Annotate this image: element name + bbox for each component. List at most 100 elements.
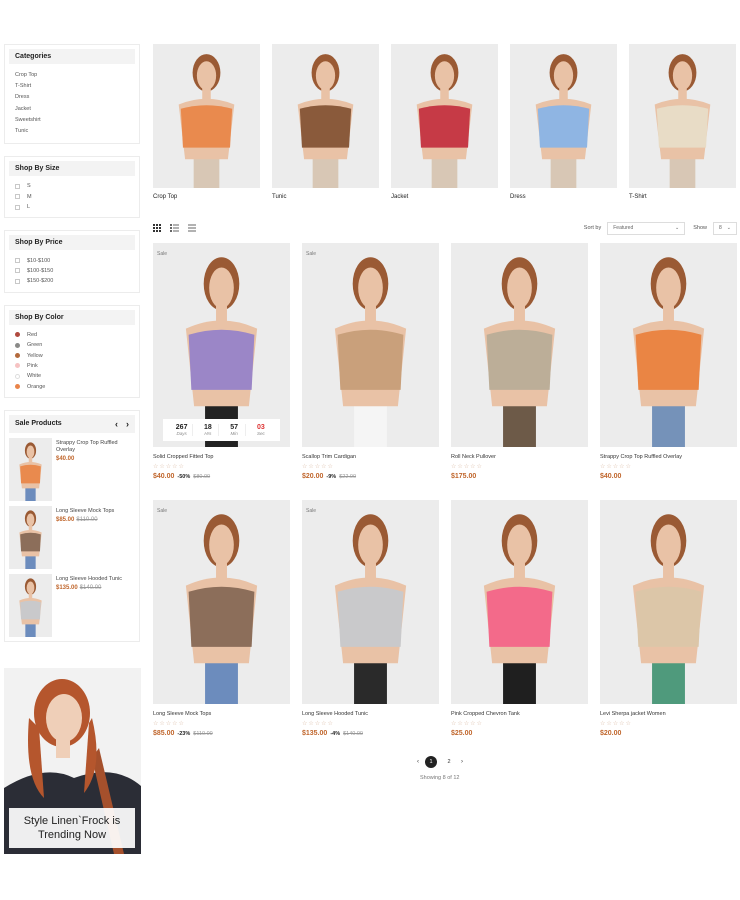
category-tile[interactable]: Jacket <box>391 44 498 200</box>
color-option[interactable]: Yellow <box>15 350 129 360</box>
product-name[interactable]: Pink Cropped Chevron Tank <box>451 711 588 717</box>
product-photo <box>153 500 290 704</box>
size-option[interactable]: S <box>15 181 129 191</box>
page-2[interactable]: 2 <box>443 756 455 768</box>
product-card[interactable]: Sale Scallop Trim Cardigan ☆☆☆☆☆ $20.00 -9% $… <box>302 243 439 500</box>
product-image[interactable] <box>600 243 737 447</box>
rating-stars-icon: ☆☆☆☆☆ <box>451 464 483 470</box>
rating-stars-icon: ☆☆☆☆☆ <box>153 464 185 470</box>
product-image[interactable]: Sale 267 Days 18 Hrs 57 Min 03 Sec <box>153 243 290 447</box>
sale-product-item[interactable]: Long Sleeve Hooded Tunic $135.00 $140.00 <box>9 573 135 637</box>
color-option[interactable]: Orange <box>15 382 129 392</box>
sidebar: Categories Crop Top T-Shirt Dress Jacket Swe… <box>4 44 140 654</box>
category-image[interactable] <box>272 44 379 188</box>
product-image[interactable] <box>451 243 588 447</box>
compact-list-icon[interactable] <box>188 224 196 232</box>
chevron-left-icon[interactable]: ‹ <box>417 759 419 765</box>
chevron-right-icon[interactable]: › <box>461 759 463 765</box>
size-option-label: L <box>27 204 31 211</box>
product-name[interactable]: Roll Neck Pullover <box>451 454 588 460</box>
color-option[interactable]: Pink <box>15 361 129 371</box>
product-name[interactable]: Scallop Trim Cardigan <box>302 454 439 460</box>
price-option[interactable]: $100-$150 <box>15 266 129 276</box>
category-tile[interactable]: Dress <box>510 44 617 200</box>
checkbox[interactable] <box>15 268 20 274</box>
grid-view-icon[interactable] <box>153 224 161 232</box>
sale-product-name[interactable]: Long Sleeve Hooded Tunic <box>56 576 122 583</box>
checkbox[interactable] <box>15 194 20 200</box>
category-link[interactable]: Tunic <box>15 126 129 137</box>
category-label[interactable]: Crop Top <box>153 194 260 200</box>
sale-product-name[interactable]: Long Sleeve Mock Tops <box>56 508 114 515</box>
checkbox[interactable] <box>15 278 20 284</box>
category-photo <box>629 44 736 188</box>
product-name[interactable]: Strappy Crop Top Ruffled Overlay <box>600 454 737 460</box>
color-option[interactable]: Red <box>15 330 129 340</box>
page-1[interactable]: 1 <box>425 756 437 768</box>
category-tile[interactable]: T-Shirt <box>629 44 736 200</box>
promo-banner[interactable]: Style Linen`Frock is Trending Now <box>4 668 141 854</box>
product-image[interactable]: Sale <box>302 243 439 447</box>
list-view-icon[interactable] <box>170 224 179 232</box>
product-card[interactable]: Strappy Crop Top Ruffled Overlay ☆☆☆☆☆ $40… <box>600 243 737 500</box>
product-image[interactable]: Sale <box>302 500 439 704</box>
category-image[interactable] <box>629 44 736 188</box>
product-card[interactable]: Roll Neck Pullover ☆☆☆☆☆ $175.00 <box>451 243 588 500</box>
category-tile[interactable]: Tunic <box>272 44 379 200</box>
sale-product-name[interactable]: Strappy Crop Top Ruffled Overlay <box>56 440 135 454</box>
price-list: $10-$100 $100-$150 $150-$200 <box>9 250 135 287</box>
product-card[interactable]: Sale Long Sleeve Mock Tops ☆☆☆☆☆ $85.00 -23%… <box>153 500 290 757</box>
category-label[interactable]: Jacket <box>391 194 498 200</box>
product-name[interactable]: Solid Cropped Fitted Top <box>153 454 290 460</box>
category-link[interactable]: Jacket <box>15 104 129 115</box>
color-swatch[interactable] <box>15 384 20 390</box>
product-image[interactable]: Sale <box>153 500 290 704</box>
chevron-right-icon[interactable]: › <box>126 419 129 429</box>
color-swatch[interactable] <box>15 342 20 348</box>
checkbox[interactable] <box>15 258 20 264</box>
category-label[interactable]: Dress <box>510 194 617 200</box>
color-swatch[interactable] <box>15 363 20 369</box>
product-card[interactable]: Pink Cropped Chevron Tank ☆☆☆☆☆ $25.00 <box>451 500 588 757</box>
price-option[interactable]: $10-$100 <box>15 255 129 265</box>
product-name[interactable]: Levi Sherpa jacket Women <box>600 711 737 717</box>
category-label[interactable]: Tunic <box>272 194 379 200</box>
product-name[interactable]: Long Sleeve Hooded Tunic <box>302 711 439 717</box>
color-swatch[interactable] <box>15 332 20 338</box>
product-card[interactable]: Sale Long Sleeve Hooded Tunic ☆☆☆☆☆ $135.00… <box>302 500 439 757</box>
category-label[interactable]: T-Shirt <box>629 194 736 200</box>
category-link[interactable]: Crop Top <box>15 70 129 81</box>
category-image[interactable] <box>391 44 498 188</box>
color-option[interactable]: White <box>15 371 129 381</box>
category-link[interactable]: T-Shirt <box>15 81 129 92</box>
checkbox[interactable] <box>15 183 20 189</box>
checkbox[interactable] <box>15 204 20 210</box>
size-option-label: S <box>27 183 31 190</box>
sale-product-image[interactable] <box>9 505 52 569</box>
size-option[interactable]: L <box>15 202 129 212</box>
sale-badge: Sale <box>157 508 168 514</box>
discount-percent: -4% <box>330 731 341 737</box>
show-select[interactable]: 8 ⌄ <box>713 221 737 235</box>
color-swatch[interactable] <box>15 353 20 359</box>
sale-product-image[interactable] <box>9 437 52 501</box>
size-option[interactable]: M <box>15 192 129 202</box>
product-card[interactable]: Levi Sherpa jacket Women ☆☆☆☆☆ $20.00 <box>600 500 737 757</box>
chevron-left-icon[interactable]: ‹ <box>115 419 118 429</box>
sale-product-item[interactable]: Strappy Crop Top Ruffled Overlay $40.00 <box>9 437 135 501</box>
product-image[interactable] <box>600 500 737 704</box>
price-option[interactable]: $150-$200 <box>15 276 129 286</box>
color-swatch[interactable] <box>15 373 20 379</box>
sort-select[interactable]: Featured ⌄ <box>607 221 686 235</box>
sale-product-image[interactable] <box>9 573 52 637</box>
sale-product-item[interactable]: Long Sleeve Mock Tops $85.00 $110.00 <box>9 505 135 569</box>
category-image[interactable] <box>153 44 260 188</box>
category-image[interactable] <box>510 44 617 188</box>
product-name[interactable]: Long Sleeve Mock Tops <box>153 711 290 717</box>
color-option[interactable]: Green <box>15 340 129 350</box>
product-image[interactable] <box>451 500 588 704</box>
category-link[interactable]: Sweetshirt <box>15 115 129 126</box>
category-link[interactable]: Dress <box>15 92 129 103</box>
category-tile[interactable]: Crop Top <box>153 44 260 200</box>
product-card[interactable]: Sale 267 Days 18 Hrs 57 Min 03 Sec Solid Cropped … <box>153 243 290 500</box>
